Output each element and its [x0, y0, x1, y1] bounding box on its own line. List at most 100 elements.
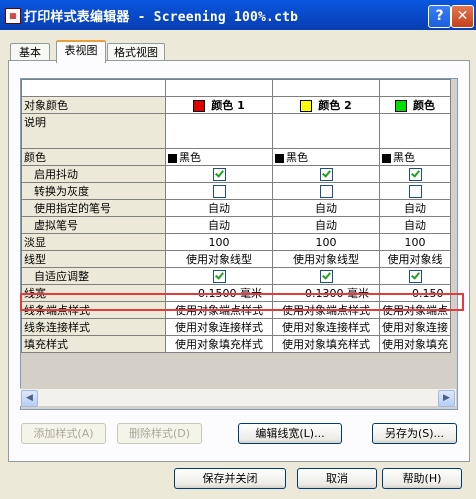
title-bar[interactable]: ▦ 打印样式表编辑器 - Screening 100%.ctb ? ✕ — [0, 0, 476, 30]
delete-style-button[interactable]: 删除样式(D) — [117, 423, 202, 444]
lineweight-value: 0.1300 毫米 — [305, 287, 369, 300]
dither-checkbox[interactable] — [212, 167, 226, 181]
fill-cell[interactable]: 使用对象填充样式 — [165, 335, 273, 353]
line-join-cell[interactable]: 使用对象连接样式 — [272, 318, 380, 336]
virtual-pen-cell[interactable]: 自动 — [165, 216, 273, 234]
app-icon: ▦ — [5, 8, 21, 24]
row-adaptive[interactable]: 自适应调整 — [21, 267, 451, 285]
grayscale-cell[interactable] — [272, 182, 380, 200]
column-header[interactable] — [379, 79, 451, 97]
description-cell[interactable] — [165, 113, 273, 149]
dither-checkbox[interactable] — [319, 167, 333, 181]
close-button[interactable]: ✕ — [451, 5, 474, 28]
grayscale-cell[interactable] — [165, 182, 273, 200]
color-value: 黑色 — [286, 151, 308, 164]
adaptive-checkbox[interactable] — [319, 269, 333, 283]
row-label-line-join: 线条连接样式 — [21, 318, 166, 336]
grayscale-cell[interactable] — [379, 182, 451, 200]
pen-cell[interactable]: 自动 — [272, 199, 380, 217]
help-footer-button[interactable]: 帮助(H) — [382, 468, 462, 489]
lineweight-cell[interactable]: 0.150 — [379, 284, 451, 302]
dither-checkbox[interactable] — [408, 167, 422, 181]
style-table[interactable]: 对象颜色 颜色 1 颜色 2 颜色 说明 颜色 黑色 黑色 黑色 启用抖动 转换为灰度 使用指定的笔号… — [21, 79, 451, 353]
save-close-button[interactable]: 保存并关闭 — [174, 468, 286, 489]
lineweight-cell[interactable]: 0.1300 毫米 — [272, 284, 380, 302]
dither-cell[interactable] — [165, 165, 273, 183]
column-header[interactable] — [165, 79, 273, 97]
color-cell[interactable]: 黑色 — [379, 148, 451, 166]
row-color[interactable]: 颜色 黑色 黑色 黑色 — [21, 148, 451, 166]
pen-cell[interactable]: 自动 — [165, 199, 273, 217]
style-name-cell[interactable]: 颜色 1 — [165, 96, 273, 114]
adaptive-cell[interactable] — [272, 267, 380, 285]
screening-cell[interactable]: 100 — [165, 233, 273, 251]
row-line-join[interactable]: 线条连接样式 使用对象连接样式 使用对象连接样式 使用对象连接 — [21, 318, 451, 336]
edit-lineweights-button[interactable]: 编辑线宽(L)... — [238, 423, 342, 444]
scroll-left-icon[interactable]: ◀ — [21, 390, 38, 407]
color-swatch — [300, 100, 313, 112]
line-end-cell[interactable]: 使用对象端点样式 — [272, 301, 380, 319]
pen-cell[interactable]: 自动 — [379, 199, 451, 217]
row-virtual-pen[interactable]: 虚拟笔号 自动 自动 自动 — [21, 216, 451, 234]
row-grayscale[interactable]: 转换为灰度 — [21, 182, 451, 200]
row-dither[interactable]: 启用抖动 — [21, 165, 451, 183]
add-style-button[interactable]: 添加样式(A) — [21, 423, 106, 444]
line-end-cell[interactable]: 使用对象端点样式 — [165, 301, 273, 319]
black-swatch — [382, 153, 391, 163]
row-name[interactable]: 对象颜色 颜色 1 颜色 2 颜色 — [21, 96, 451, 114]
scroll-right-icon[interactable]: ▶ — [438, 390, 455, 407]
virtual-pen-cell[interactable]: 自动 — [379, 216, 451, 234]
screening-cell[interactable]: 100 — [272, 233, 380, 251]
color-value: 黑色 — [393, 151, 415, 164]
line-join-cell[interactable]: 使用对象连接 — [379, 318, 451, 336]
style-name-cell[interactable]: 颜色 2 — [272, 96, 380, 114]
row-label-virtual-pen: 虚拟笔号 — [21, 216, 166, 234]
dither-cell[interactable] — [272, 165, 380, 183]
screening-cell[interactable]: 100 — [379, 233, 451, 251]
row-description[interactable]: 说明 — [21, 113, 451, 149]
row-label-grayscale: 转换为灰度 — [21, 182, 166, 200]
adaptive-checkbox[interactable] — [408, 269, 422, 283]
row-pen[interactable]: 使用指定的笔号 自动 自动 自动 — [21, 199, 451, 217]
style-name-cell[interactable]: 颜色 — [379, 96, 451, 114]
linetype-cell[interactable]: 使用对象线 — [379, 250, 451, 268]
tab-table-view[interactable]: 表视图 — [56, 40, 106, 63]
row-line-end[interactable]: 线条端点样式 使用对象端点样式 使用对象端点样式 使用对象端点 — [21, 301, 451, 319]
lineweight-line-icon — [168, 293, 194, 295]
linetype-cell[interactable]: 使用对象线型 — [165, 250, 273, 268]
horizontal-scrollbar[interactable]: ◀ ▶ — [20, 388, 456, 407]
color-cell[interactable]: 黑色 — [165, 148, 273, 166]
save-as-button[interactable]: 另存为(S)... — [372, 423, 457, 444]
adaptive-checkbox[interactable] — [212, 269, 226, 283]
tab-general[interactable]: 基本 — [10, 43, 50, 61]
adaptive-cell[interactable] — [165, 267, 273, 285]
column-header[interactable] — [272, 79, 380, 97]
row-lineweight[interactable]: 线宽 0.1500 毫米 0.1300 毫米 0.150 — [21, 284, 451, 302]
grayscale-checkbox[interactable] — [408, 184, 422, 198]
dither-cell[interactable] — [379, 165, 451, 183]
virtual-pen-cell[interactable]: 自动 — [272, 216, 380, 234]
cancel-button[interactable]: 取消 — [297, 468, 377, 489]
grid-corner — [21, 79, 166, 97]
adaptive-cell[interactable] — [379, 267, 451, 285]
row-screening[interactable]: 淡显 100 100 100 — [21, 233, 451, 251]
row-label-lineweight: 线宽 — [21, 284, 166, 302]
tab-form-view[interactable]: 格式视图 — [107, 43, 165, 61]
description-cell[interactable] — [379, 113, 451, 149]
fill-cell[interactable]: 使用对象填充样式 — [272, 335, 380, 353]
linetype-cell[interactable]: 使用对象线型 — [272, 250, 380, 268]
description-cell[interactable] — [272, 113, 380, 149]
lineweight-value: 0.150 — [412, 286, 444, 300]
style-grid[interactable]: 对象颜色 颜色 1 颜色 2 颜色 说明 颜色 黑色 黑色 黑色 启用抖动 转换为灰度 使用指定的笔号… — [20, 78, 458, 410]
row-linetype[interactable]: 线型 使用对象线型 使用对象线型 使用对象线 — [21, 250, 451, 268]
color-cell[interactable]: 黑色 — [272, 148, 380, 166]
fill-cell[interactable]: 使用对象填充 — [379, 335, 451, 353]
row-fill[interactable]: 填充样式 使用对象填充样式 使用对象填充样式 使用对象填充 — [21, 335, 451, 353]
line-end-cell[interactable]: 使用对象端点 — [379, 301, 451, 319]
grid-header-row — [21, 79, 451, 97]
grayscale-checkbox[interactable] — [319, 184, 333, 198]
line-join-cell[interactable]: 使用对象连接样式 — [165, 318, 273, 336]
help-button[interactable]: ? — [428, 5, 451, 28]
grayscale-checkbox[interactable] — [212, 184, 226, 198]
lineweight-cell[interactable]: 0.1500 毫米 — [165, 284, 273, 302]
